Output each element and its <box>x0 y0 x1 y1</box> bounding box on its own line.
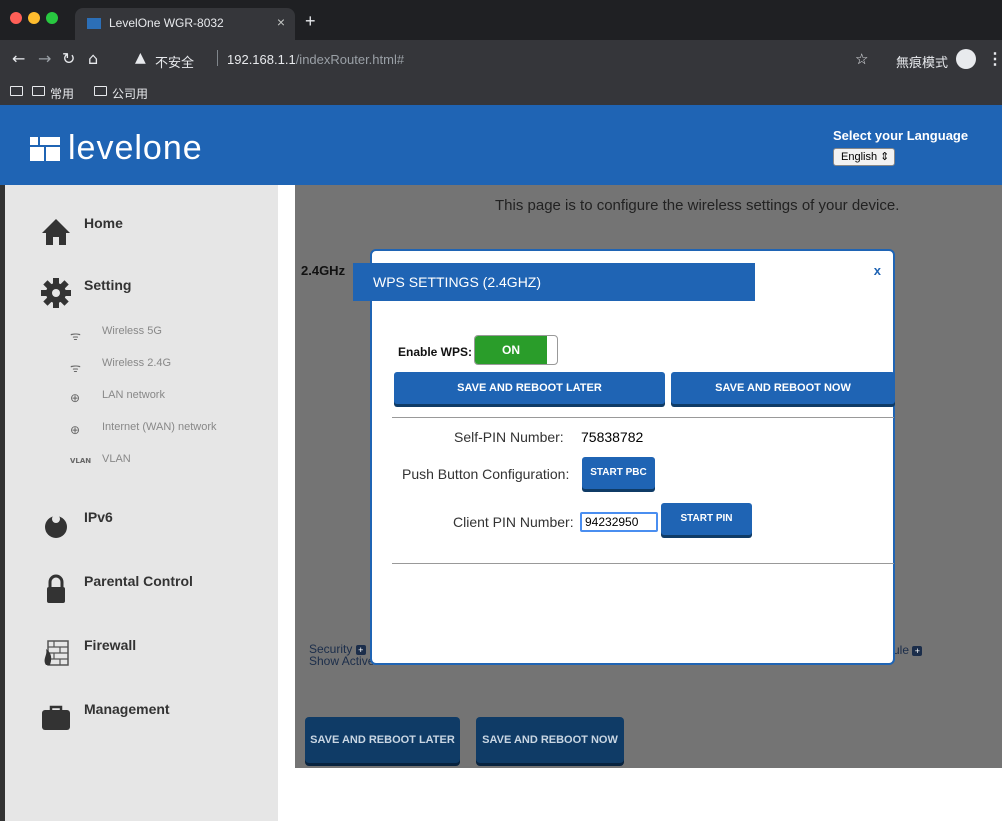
modal-title: WPS SETTINGS (2.4GHZ) <box>353 263 755 301</box>
apps-folder-icon[interactable] <box>10 86 23 96</box>
bookmark-star-icon[interactable]: ☆ <box>855 50 868 68</box>
schedule-link-fragment[interactable]: ule + <box>893 643 923 657</box>
sidebar-item-label: Parental Control <box>84 573 193 589</box>
divider <box>392 563 894 564</box>
enable-wps-label: Enable WPS: <box>398 345 473 359</box>
divider <box>392 417 894 418</box>
browser-toolbar: ← → ↻ ⌂ ▲ 不安全 192.168.1.1/indexRouter.ht… <box>0 40 1002 80</box>
back-icon[interactable]: ← <box>12 49 25 68</box>
self-pin-label: Self-PIN Number: <box>454 429 564 445</box>
bookmark-company[interactable]: 公司用 <box>112 85 148 102</box>
url-host: 192.168.1.1 <box>227 52 296 67</box>
client-pin-label: Client PIN Number: <box>453 514 574 530</box>
levelone-logo-icon <box>30 137 60 161</box>
wifi-icon: ᯤ <box>70 361 81 375</box>
ipv6-icon <box>45 515 67 538</box>
folder-icon <box>94 86 107 96</box>
lock-icon <box>47 574 65 603</box>
forward-icon[interactable]: → <box>38 49 51 68</box>
levelone-favicon-icon <box>87 18 101 29</box>
tab-close-icon[interactable]: × <box>277 14 285 30</box>
sidebar-item-label: IPv6 <box>84 509 113 525</box>
reload-icon[interactable]: ↻ <box>62 49 75 68</box>
home-icon <box>42 219 70 245</box>
tab-bar: LevelOne WGR-8032 × + <box>0 0 1002 40</box>
firewall-icon <box>44 640 69 666</box>
save-reboot-now-button[interactable]: SAVE AND REBOOT NOW <box>476 717 624 763</box>
bookmarks-bar: 常用 公司用 <box>0 80 1002 105</box>
home-nav-icon[interactable]: ⌂ <box>88 49 98 68</box>
warning-icon: ▲ <box>135 50 146 66</box>
gear-icon <box>41 278 71 308</box>
enable-wps-toggle[interactable]: ON <box>474 335 558 365</box>
sidebar: Home Setting ᯤ Wireless 5G ᯤ Wireless 2.… <box>0 185 278 821</box>
client-pin-input[interactable] <box>580 512 658 532</box>
bookmark-common[interactable]: 常用 <box>50 85 74 102</box>
globe-icon: ⊕ <box>70 391 81 405</box>
more-menu-icon[interactable]: ⋮ <box>987 49 1002 69</box>
url-path: /indexRouter.html# <box>295 52 405 67</box>
wps-settings-modal: WPS SETTINGS (2.4GHZ) x Enable WPS: ON S… <box>353 249 895 665</box>
sidebar-item-label: Setting <box>84 277 132 293</box>
folder-icon <box>32 86 45 96</box>
toggle-on-label: ON <box>475 336 547 364</box>
schedule-link[interactable]: ule <box>893 643 909 657</box>
self-pin-value: 75838782 <box>581 429 644 445</box>
save-reboot-later-button[interactable]: SAVE AND REBOOT LATER <box>305 717 460 763</box>
sidebar-item-label: Management <box>84 701 170 717</box>
pbc-label: Push Button Configuration: <box>402 466 570 482</box>
vlan-icon: VLAN <box>70 457 92 465</box>
close-window-button[interactable] <box>10 12 22 24</box>
tab-title: LevelOne WGR-8032 <box>109 16 224 30</box>
address-bar[interactable]: ▲ 不安全 192.168.1.1/indexRouter.html# <box>135 46 880 74</box>
start-pbc-button[interactable]: START PBC <box>582 457 655 489</box>
language-label: Select your Language <box>833 128 969 143</box>
wifi-icon: ᯤ <box>70 329 81 343</box>
language-selected: English <box>841 151 878 163</box>
sidebar-subitem-label: Wireless 2.4G <box>102 357 172 369</box>
sidebar-subitem-label: VLAN <box>102 453 131 465</box>
router-header: levelone Select your Language English ⇕ <box>0 105 1002 185</box>
incognito-icon[interactable] <box>956 49 976 69</box>
modal-save-reboot-later-button[interactable]: SAVE AND REBOOT LATER <box>394 372 665 404</box>
close-icon[interactable]: x <box>874 263 881 278</box>
globe-icon: ⊕ <box>70 423 81 437</box>
modal-save-reboot-now-button[interactable]: SAVE AND REBOOT NOW <box>671 372 895 404</box>
sidebar-subitem-label: LAN network <box>102 389 165 401</box>
incognito-label: 無痕模式 <box>896 55 949 70</box>
new-tab-icon[interactable]: + <box>305 11 316 32</box>
browser-tab[interactable]: LevelOne WGR-8032 × <box>75 8 295 40</box>
sidebar-item-label: Firewall <box>84 637 137 653</box>
start-pin-button[interactable]: START PIN <box>661 503 752 535</box>
logo-text: levelone <box>68 129 203 167</box>
browser-chrome: LevelOne WGR-8032 × + ← → ↻ ⌂ ▲ 不安全 192.… <box>0 0 1002 105</box>
tab-24ghz[interactable]: 2.4GHz <box>301 263 345 278</box>
expand-plus-icon[interactable]: + <box>912 645 923 656</box>
minimize-window-button[interactable] <box>28 12 40 24</box>
insecure-label: 不安全 <box>155 55 195 70</box>
sidebar-subitem-label: Wireless 5G <box>102 325 162 337</box>
url-divider <box>217 50 218 66</box>
maximize-window-button[interactable] <box>46 12 58 24</box>
page-description: This page is to configure the wireless s… <box>495 197 900 214</box>
sidebar-item-label: Home <box>84 215 123 231</box>
url-text: 192.168.1.1/indexRouter.html# <box>227 52 404 67</box>
select-arrows-icon: ⇕ <box>880 151 890 163</box>
briefcase-icon <box>42 705 70 730</box>
language-select[interactable]: English ⇕ <box>833 148 895 166</box>
sidebar-subitem-label: Internet (WAN) network <box>102 421 217 433</box>
